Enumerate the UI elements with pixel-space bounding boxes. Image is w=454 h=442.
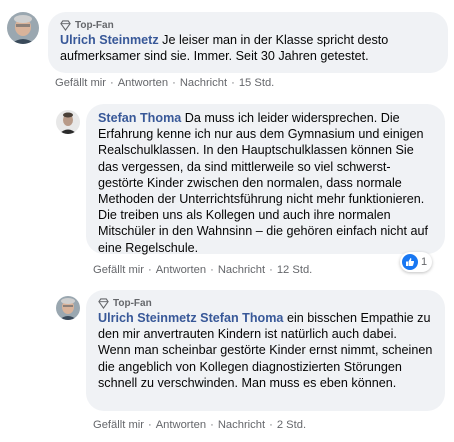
comment-bubble: Top-Fan Ulrich Steinmetz Je leiser man i… [48, 12, 448, 73]
message-button[interactable]: Nachricht [218, 264, 265, 276]
message-button[interactable]: Nachricht [218, 419, 265, 431]
top-fan-badge: Top-Fan [98, 296, 433, 310]
comment-actions: Gefällt mir · Antworten · Nachricht · 15… [55, 77, 275, 89]
message-button[interactable]: Nachricht [180, 77, 227, 89]
badge-label: Top-Fan [113, 297, 152, 309]
comment-bubble: Stefan Thoma Da muss ich leider widerspr… [86, 104, 445, 256]
mention-link[interactable]: Stefan Thoma [200, 311, 283, 325]
author-name[interactable]: Ulrich Steinmetz [60, 33, 159, 47]
comment-actions: Gefällt mir · Antworten · Nachricht · 2 … [93, 419, 307, 431]
user-avatar-icon [7, 12, 39, 44]
diamond-icon [98, 297, 109, 309]
user-avatar-icon [56, 110, 80, 134]
like-icon [402, 254, 418, 270]
like-button[interactable]: Gefällt mir [93, 264, 144, 276]
avatar[interactable] [56, 110, 80, 134]
author-name[interactable]: Stefan Thoma [98, 111, 181, 125]
timestamp[interactable]: 15 Std. [239, 77, 274, 89]
reaction-number: 1 [421, 256, 428, 268]
diamond-icon [60, 19, 71, 31]
badge-label: Top-Fan [75, 19, 114, 31]
comment-text: Ulrich Steinmetz Stefan Thoma ein bissch… [98, 310, 433, 391]
timestamp[interactable]: 2 Std. [277, 419, 306, 431]
like-button[interactable]: Gefällt mir [93, 419, 144, 431]
timestamp[interactable]: 12 Std. [277, 264, 312, 276]
reply-button[interactable]: Antworten [156, 264, 206, 276]
avatar[interactable] [7, 12, 39, 44]
avatar[interactable] [56, 296, 80, 320]
reply-button[interactable]: Antworten [156, 419, 206, 431]
comment-bubble: Top-Fan Ulrich Steinmetz Stefan Thoma ei… [86, 290, 445, 411]
like-button[interactable]: Gefällt mir [55, 77, 106, 89]
user-avatar-icon [56, 296, 80, 320]
comment-text: Ulrich Steinmetz Je leiser man in der Kl… [60, 32, 436, 64]
reply-button[interactable]: Antworten [118, 77, 168, 89]
top-fan-badge: Top-Fan [60, 18, 436, 32]
reaction-count[interactable]: 1 [400, 252, 433, 272]
comment-actions: Gefällt mir · Antworten · Nachricht · 12… [93, 264, 313, 276]
comment-body: Da muss ich leider widersprechen. Die Er… [98, 111, 428, 255]
author-name[interactable]: Ulrich Steinmetz [98, 311, 197, 325]
comment-text: Stefan Thoma Da muss ich leider widerspr… [98, 110, 433, 256]
